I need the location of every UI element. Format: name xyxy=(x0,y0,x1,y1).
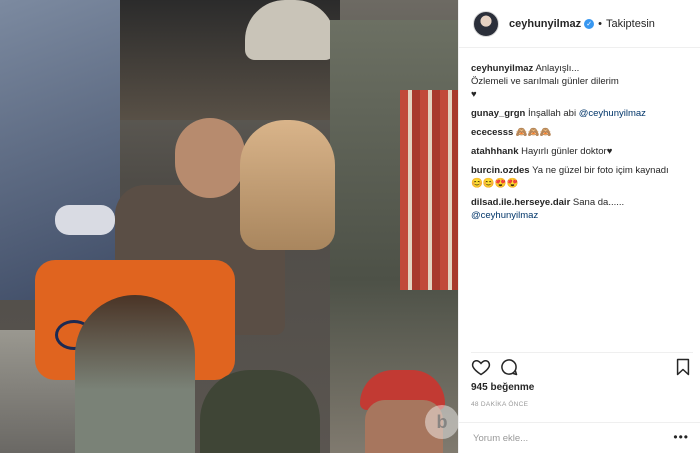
photo-plaid-shirt xyxy=(400,90,458,290)
comment-mention-link[interactable]: @ceyhunyilmaz xyxy=(471,209,693,222)
comments-list: ceyhunyilmaz Anlayışlı... Özlemeli ve sa… xyxy=(471,62,693,228)
more-options-icon[interactable]: ••• xyxy=(673,431,689,453)
verified-badge-icon: ✓ xyxy=(584,18,595,29)
comment-username[interactable]: ceyhunyilmaz xyxy=(471,63,533,74)
comment-text: 🙈🙈🙈 xyxy=(515,127,552,138)
photo-sneakers xyxy=(55,205,115,235)
likes-count[interactable]: 945 beğenme xyxy=(471,382,534,393)
heart-icon[interactable] xyxy=(471,357,491,377)
heart-glyph: ♥ xyxy=(471,89,477,100)
avatar[interactable] xyxy=(473,10,499,37)
photo-crowd-left xyxy=(0,0,120,300)
comment-input[interactable]: Yorum ekle... xyxy=(473,433,528,453)
add-comment-bar: Yorum ekle... ••• xyxy=(459,422,700,453)
watermark-logo: b xyxy=(425,405,459,439)
photo-person-bottom xyxy=(200,370,320,453)
comment-username[interactable]: dilsad.ile.herseye.dair xyxy=(471,197,570,208)
separator-dot: • xyxy=(598,17,602,30)
comment-username[interactable]: burcin.ozdes xyxy=(471,165,530,176)
post-header: ceyhunyilmaz ✓ • Takiptesin xyxy=(459,0,700,48)
comment-text: Ya ne güzel bir foto içim kaynadı xyxy=(532,165,669,176)
comment-text: Hayırlı günler doktor♥ xyxy=(521,146,613,157)
comment-mention-link[interactable]: @ceyhunyilmaz xyxy=(579,108,646,119)
comment-text: İnşallah abi xyxy=(528,108,577,119)
action-bar xyxy=(471,352,693,378)
comment-username[interactable]: gunay_grgn xyxy=(471,108,525,119)
comment-username[interactable]: atahhhank xyxy=(471,146,519,157)
header-username[interactable]: ceyhunyilmaz xyxy=(509,18,581,30)
comment-item: ceyhunyilmaz Anlayışlı... Özlemeli ve sa… xyxy=(471,62,693,101)
post-photo[interactable] xyxy=(0,0,458,453)
follow-status[interactable]: Takiptesin xyxy=(606,18,655,30)
comment-text-line: Özlemeli ve sarılmalı günler dilerim xyxy=(471,76,619,87)
comment-text: Sana da...... xyxy=(572,197,625,208)
photo-man-head xyxy=(175,118,245,198)
comment-username[interactable]: ececesss xyxy=(471,127,513,138)
comment-text: Anlayışlı... xyxy=(535,63,580,74)
comment-item: gunay_grgn İnşallah abi @ceyhunyilmaz xyxy=(471,107,693,120)
comment-emoji-line: 😊😊😍😍 xyxy=(471,178,519,189)
comment-item: burcin.ozdes Ya ne güzel bir foto içim k… xyxy=(471,164,693,190)
photo-man-glasses xyxy=(75,295,195,453)
post-side-panel: ceyhunyilmaz ✓ • Takiptesin ceyhunyilmaz… xyxy=(458,0,700,453)
photo-woman-blonde xyxy=(240,120,335,250)
bookmark-icon[interactable] xyxy=(673,357,693,377)
comment-item: atahhhank Hayırlı günler doktor♥ xyxy=(471,145,693,158)
comment-item: ececesss 🙈🙈🙈 xyxy=(471,126,693,139)
post-timestamp: 48 DAKİKA ÖNCE xyxy=(471,401,529,408)
comment-icon[interactable] xyxy=(499,357,519,377)
comment-item: dilsad.ile.herseye.dair Sana da...... @c… xyxy=(471,196,693,222)
